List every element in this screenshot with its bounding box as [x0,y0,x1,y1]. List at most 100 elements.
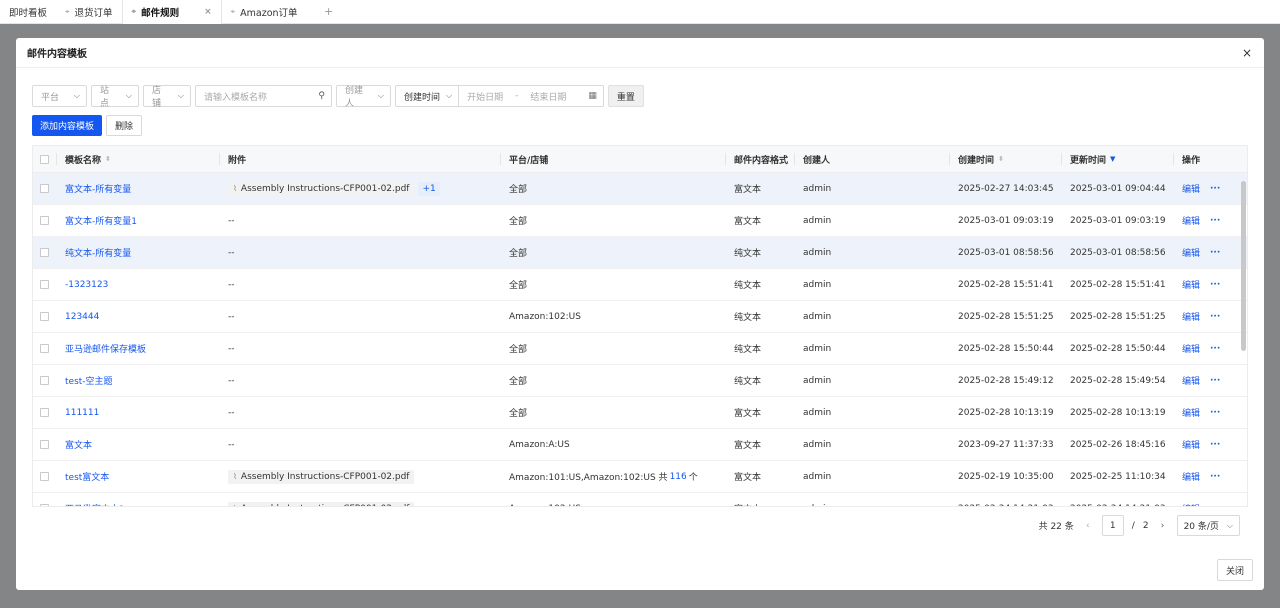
sort-icon[interactable]: ⬍ [998,155,1004,163]
template-name-link[interactable]: 富文本-所有变量1 [65,214,137,227]
row-checkbox[interactable] [33,269,57,300]
edit-link[interactable]: 编辑 [1182,438,1200,451]
template-name-link[interactable]: test富文本 [65,470,109,483]
close-icon[interactable]: × [1242,46,1252,60]
tab-0[interactable]: 即时看板 [0,0,56,24]
edit-link[interactable]: 编辑 [1182,182,1200,195]
row-checkbox[interactable] [33,397,57,428]
search-icon[interactable]: ⚲ [318,91,325,101]
row-checkbox[interactable] [33,365,57,396]
table-scrollbar[interactable] [1240,173,1247,506]
template-search-input[interactable]: 请输入模板名称 ⚲ [195,85,332,107]
header-name[interactable]: 模板名称 ⬍ [57,153,220,165]
creator-select[interactable]: 创建人 ⌵ [336,85,391,109]
reset-button[interactable]: 重置 [607,85,644,107]
attachment-tag[interactable]: ⌇Assembly Instructions-CFP001-02.pdf [228,181,415,196]
more-icon[interactable]: ··· [1210,376,1220,386]
more-icon[interactable]: ··· [1210,184,1220,194]
select-all-checkbox[interactable] [33,153,57,165]
platform-cell: 全部 [501,365,726,396]
row-checkbox[interactable] [33,205,57,236]
updated-time: 2025-02-24 14:21:03 [1070,504,1166,507]
more-icon[interactable]: ··· [1210,440,1220,450]
edit-link[interactable]: 编辑 [1182,502,1200,506]
edit-link[interactable]: 编辑 [1182,246,1200,259]
row-checkbox[interactable] [33,461,57,492]
template-table: 模板名称 ⬍ 附件 平台/店铺 邮件内容格式 创建人 创建时间 ⬍ 更新时间 ▼ 操作… [32,145,1248,507]
row-checkbox[interactable] [33,237,57,268]
edit-link[interactable]: 编辑 [1182,470,1200,483]
site-select[interactable]: 站点 ⌵ [91,85,139,109]
attachment-cell: -- [220,237,501,268]
template-name-link[interactable]: 123444 [65,312,99,322]
sort-icon[interactable]: ⬍ [105,155,111,163]
attachment-tag[interactable]: ⌇Assembly Instructions-CFP001-02.pdf [228,501,415,506]
date-type-label: 创建时间 [404,92,441,103]
format-text: 纯文本 [734,313,762,323]
attachment-tag[interactable]: ⌇Assembly Instructions-CFP001-02.pdf [228,469,415,484]
page-input[interactable]: 1 [1101,515,1124,536]
more-icon[interactable]: ··· [1210,344,1220,354]
template-name-link[interactable]: 亚马逊富文本1 [65,502,125,506]
pagination: 共 22 条 ‹ 1 / 2 › 20 条/页 ⌵ [1039,515,1240,536]
template-name-link[interactable]: 111111 [65,408,99,418]
scrollbar-thumb[interactable] [1241,181,1246,351]
more-icon[interactable]: ··· [1210,216,1220,226]
edit-link[interactable]: 编辑 [1182,342,1200,355]
attachment-empty: -- [228,215,235,226]
tab-1[interactable]: ⌖ 退货订单 [56,0,122,24]
more-icon[interactable]: ··· [1210,504,1220,507]
edit-link[interactable]: 编辑 [1182,406,1200,419]
prev-page-icon[interactable]: ‹ [1082,521,1094,531]
sort-desc-icon[interactable]: ▼ [1110,155,1115,163]
tab-3[interactable]: ⌖ Amazon订单 [222,0,307,24]
add-tab-icon[interactable]: + [317,5,341,18]
add-template-button[interactable]: 添加内容模板 [32,115,103,136]
more-icon[interactable]: ··· [1210,280,1220,290]
template-name-link[interactable]: 纯文本-所有变量 [65,246,131,259]
attachment-more-badge[interactable]: +1 [418,181,440,196]
tab-close-icon[interactable]: × [204,7,212,17]
more-icon[interactable]: ··· [1210,472,1220,482]
date-range-picker[interactable]: 创建时间 ⌵ 开始日期 - 结束日期 ▦ [395,85,604,107]
platform-count-link[interactable]: 116 [670,472,687,482]
more-icon[interactable]: ··· [1210,248,1220,258]
attachment-empty: -- [228,375,235,386]
row-checkbox[interactable] [33,173,57,204]
template-name-link[interactable]: 亚马逊邮件保存模板 [65,342,146,355]
store-select[interactable]: 店铺 ⌵ [143,85,191,109]
template-name-link[interactable]: 富文本 [65,438,92,451]
template-name-link[interactable]: -1323123 [65,280,108,290]
edit-link[interactable]: 编辑 [1182,310,1200,323]
header-updated[interactable]: 更新时间 ▼ [1062,153,1174,165]
tab-2[interactable]: ⌖ 邮件规则 × [121,0,222,24]
tab-label: 退货订单 [74,7,113,19]
delete-button[interactable]: 删除 [106,115,143,136]
created-time: 2025-02-28 10:13:19 [958,407,1054,418]
row-checkbox[interactable] [33,301,57,332]
row-checkbox[interactable] [33,333,57,364]
row-checkbox[interactable] [33,493,57,506]
more-icon[interactable]: ··· [1210,408,1220,418]
template-name-link[interactable]: test-空主题 [65,374,113,387]
start-date-input[interactable]: 开始日期 [459,90,511,103]
row-checkbox[interactable] [33,429,57,460]
created-time: 2025-02-19 10:35:00 [958,471,1054,482]
more-icon[interactable]: ··· [1210,312,1220,322]
pin-icon: ⌖ [230,6,236,16]
end-date-input[interactable]: 结束日期 [522,90,574,103]
platform-select[interactable]: 平台 ⌵ [32,85,87,107]
edit-link[interactable]: 编辑 [1182,278,1200,291]
attachment-empty: -- [228,279,235,290]
edit-link[interactable]: 编辑 [1182,214,1200,227]
attachment-cell: -- [220,365,501,396]
modal-close-button[interactable]: 关闭 [1216,559,1253,581]
date-type-select[interactable]: 创建时间 ⌵ [396,86,460,106]
next-page-icon[interactable]: › [1157,521,1169,531]
search-placeholder: 请输入模板名称 [204,92,268,103]
template-name-link[interactable]: 富文本-所有变量 [65,182,131,195]
header-created[interactable]: 创建时间 ⬍ [950,153,1062,165]
calendar-icon[interactable]: ▦ [574,91,603,101]
page-size-select[interactable]: 20 条/页 ⌵ [1176,515,1240,536]
edit-link[interactable]: 编辑 [1182,374,1200,387]
